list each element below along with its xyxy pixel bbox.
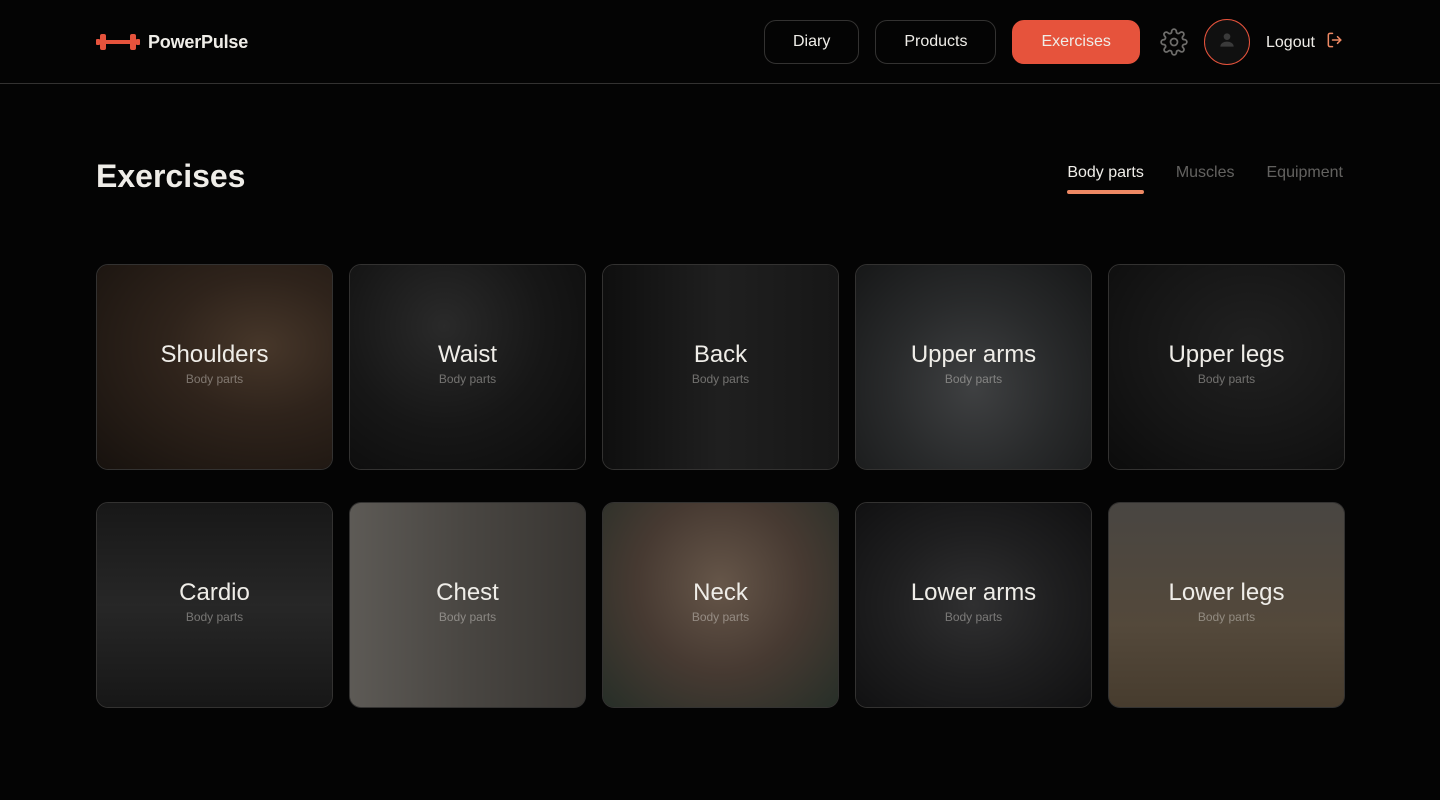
brand-logo[interactable]: PowerPulse (96, 28, 248, 56)
card-subtitle: Body parts (691, 609, 750, 624)
card-subtitle: Body parts (1197, 371, 1256, 386)
category-card-lower-legs[interactable]: Lower legs Body parts (1108, 502, 1345, 708)
page-title: Exercises (96, 158, 246, 194)
card-subtitle: Body parts (944, 609, 1003, 624)
user-icon (1217, 30, 1237, 55)
card-title: Chest (436, 579, 499, 606)
logout-label: Logout (1266, 33, 1315, 51)
card-text: Lower arms Body parts (856, 579, 1091, 624)
category-card-cardio[interactable]: Cardio Body parts (96, 502, 333, 708)
category-card-waist[interactable]: Waist Body parts (349, 264, 586, 470)
exercise-categories-grid: Shoulders Body parts Waist Body parts Ba… (96, 264, 1345, 708)
main-nav: Diary Products Exercises (764, 20, 1140, 64)
card-title: Upper arms (910, 341, 1037, 368)
nav-products-button[interactable]: Products (875, 20, 997, 64)
category-tabs: Body parts Muscles Equipment (1067, 164, 1343, 194)
brand-name: PowerPulse (148, 31, 249, 52)
category-card-upper-legs[interactable]: Upper legs Body parts (1108, 264, 1345, 470)
card-subtitle: Body parts (438, 371, 497, 386)
card-text: Waist Body parts (350, 341, 585, 386)
category-card-chest[interactable]: Chest Body parts (349, 502, 586, 708)
card-title: Lower legs (1168, 579, 1285, 606)
category-card-lower-arms[interactable]: Lower arms Body parts (855, 502, 1092, 708)
card-subtitle: Body parts (185, 371, 244, 386)
category-card-neck[interactable]: Neck Body parts (602, 502, 839, 708)
category-card-shoulders[interactable]: Shoulders Body parts (96, 264, 333, 470)
gear-icon[interactable] (1160, 28, 1188, 56)
nav-diary-button[interactable]: Diary (764, 20, 860, 64)
nav-exercises-button[interactable]: Exercises (1012, 20, 1140, 64)
card-text: Shoulders Body parts (97, 341, 332, 386)
card-text: Chest Body parts (350, 579, 585, 624)
card-text: Neck Body parts (603, 579, 838, 624)
tab-body-parts[interactable]: Body parts (1067, 164, 1145, 194)
category-card-back[interactable]: Back Body parts (602, 264, 839, 470)
card-subtitle: Body parts (1197, 609, 1256, 624)
card-title: Waist (437, 341, 498, 368)
card-subtitle: Body parts (691, 371, 750, 386)
card-title: Upper legs (1168, 341, 1285, 368)
app-header: PowerPulse Diary Products Exercises Logo… (0, 0, 1440, 84)
card-title: Lower arms (910, 579, 1037, 606)
user-avatar[interactable] (1204, 19, 1250, 65)
logout-button[interactable]: Logout (1266, 30, 1345, 55)
card-text: Upper arms Body parts (856, 341, 1091, 386)
logout-icon (1325, 30, 1345, 55)
card-title: Back (693, 341, 748, 368)
card-text: Back Body parts (603, 341, 838, 386)
card-title: Shoulders (160, 341, 269, 368)
category-card-upper-arms[interactable]: Upper arms Body parts (855, 264, 1092, 470)
card-text: Cardio Body parts (97, 579, 332, 624)
tab-muscles[interactable]: Muscles (1176, 164, 1235, 194)
card-subtitle: Body parts (185, 609, 244, 624)
card-title: Cardio (179, 579, 250, 606)
tab-equipment[interactable]: Equipment (1267, 164, 1344, 194)
card-text: Upper legs Body parts (1109, 341, 1344, 386)
dumbbell-icon (96, 28, 140, 56)
card-text: Lower legs Body parts (1109, 579, 1344, 624)
card-subtitle: Body parts (438, 609, 497, 624)
card-subtitle: Body parts (944, 371, 1003, 386)
card-title: Neck (693, 579, 748, 606)
